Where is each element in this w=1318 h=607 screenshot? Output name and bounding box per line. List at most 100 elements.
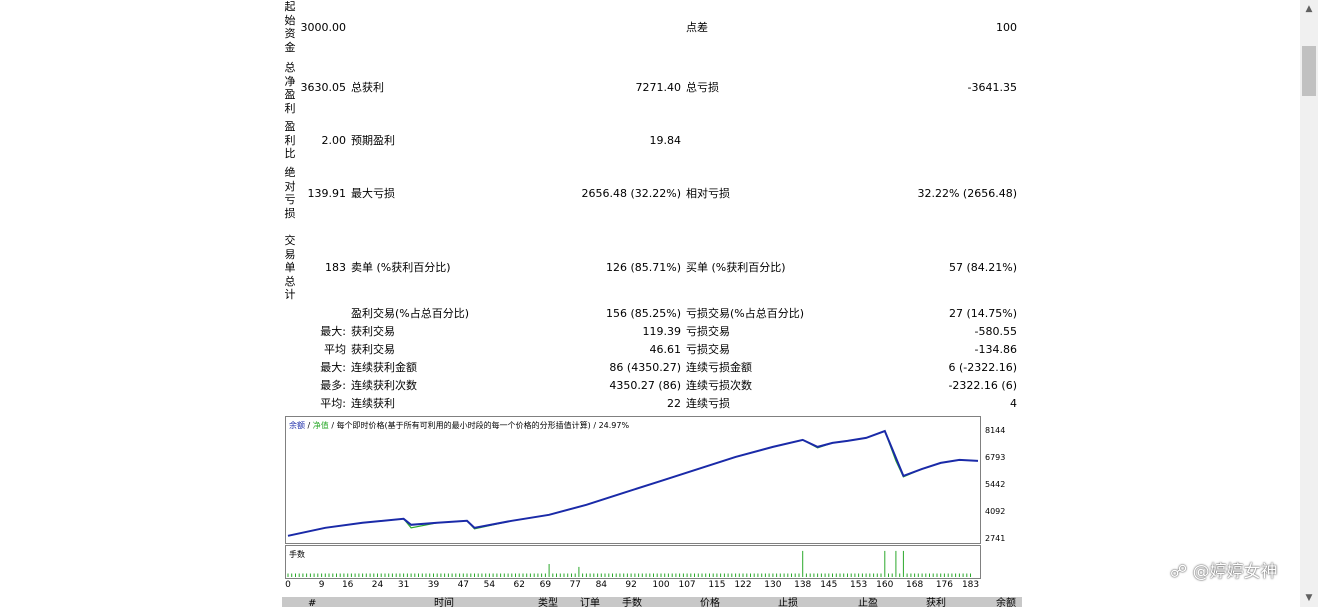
row-label-1: 连续获利金额 (351, 361, 417, 374)
max-drawdown-value: 2656.48 (32.22%) (581, 187, 681, 200)
net-profit-label: 总净盈利 (284, 61, 296, 115)
y-tick-label: 5442 (985, 480, 1006, 489)
abs-drawdown-value: 139.91 (307, 187, 347, 200)
expected-payoff-label: 预期盈利 (351, 134, 395, 147)
long-trades-value: 57 (84.21%) (948, 261, 1017, 274)
row-prefix: 最大: (320, 361, 346, 374)
row-label-2: 亏损交易 (686, 343, 730, 356)
y-tick-label: 2741 (985, 534, 1006, 543)
x-tick-label: 130 (764, 580, 782, 590)
profit-factor-label: 盈利比 (284, 120, 296, 160)
rel-drawdown-label: 相对亏损 (686, 187, 730, 200)
rel-drawdown-value: 32.22% (2656.48) (917, 187, 1017, 200)
row-prefix: 平均 (324, 343, 346, 356)
gross-profit-label: 总获利 (351, 81, 384, 94)
col-header-profit: 获利 (926, 598, 946, 607)
max-drawdown-label: 最大亏损 (351, 187, 395, 200)
x-tick-label: 160 (876, 580, 894, 590)
col-header-price: 价格 (700, 598, 720, 607)
watermark-text: @婷婷女神 (1192, 562, 1278, 582)
x-tick-label: 153 (850, 580, 868, 590)
gross-loss-value: -3641.35 (967, 81, 1017, 94)
col-header-index: # (308, 598, 317, 607)
y-tick-label: 6793 (985, 453, 1006, 462)
balance-chart-panel (285, 416, 981, 544)
chart-legend: 余额 / 净值 / 每个即时价格(基于所有可利用的最小时段的每一个价格的分形插值… (289, 420, 629, 431)
gross-profit-value: 7271.40 (635, 81, 682, 94)
scroll-down-arrow-icon[interactable]: ▼ (1300, 589, 1318, 607)
row-value-1: 156 (85.25%) (605, 307, 681, 320)
x-tick-label: 92 (625, 580, 637, 590)
x-tick-label: 54 (483, 580, 496, 590)
legend-description: / 每个即时价格(基于所有可利用的最小时段的每一个价格的分形插值计算) / 24… (328, 421, 630, 430)
x-tick-label: 16 (341, 580, 354, 590)
x-tick-label: 69 (539, 580, 552, 590)
row-value-1: 22 (667, 397, 681, 410)
legend-equity: 净值 (312, 421, 329, 430)
trade-table-header: # 时间 类型 订单 手数 价格 止损 止盈 获利 余额 (282, 597, 1022, 607)
x-tick-label: 31 (397, 580, 410, 590)
row-value-1: 46.61 (649, 343, 682, 356)
row-label-2: 亏损交易 (686, 325, 730, 338)
expected-payoff-value: 19.84 (649, 134, 682, 147)
row-label-1: 获利交易 (351, 325, 395, 338)
row-label-1: 获利交易 (351, 343, 395, 356)
col-header-stoploss: 止损 (778, 598, 798, 607)
row-value-1: 4350.27 (86) (609, 379, 681, 392)
legend-balance: 余额 (289, 421, 305, 430)
row-label-1: 连续获利次数 (351, 379, 417, 392)
row-value-1: 119.39 (642, 325, 682, 338)
total-trades-value: 183 (325, 261, 346, 274)
x-tick-label: 122 (734, 580, 752, 590)
row-prefix: 平均: (320, 397, 346, 410)
weibo-like-icon: ☍ (1170, 562, 1188, 582)
row-label-2: 亏损交易(%占总百分比) (686, 307, 805, 320)
short-trades-label: 卖单 (%获利百分比) (351, 261, 451, 274)
row-value-2: -134.86 (974, 343, 1017, 356)
spread-label: 点差 (686, 21, 708, 34)
col-header-takeprofit: 止盈 (858, 598, 878, 607)
x-tick-label: 39 (427, 580, 440, 590)
x-tick-label: 84 (595, 580, 608, 590)
scroll-up-arrow-icon[interactable]: ▲ (1300, 0, 1318, 18)
col-header-lots: 手数 (622, 598, 642, 607)
x-tick-label: 176 (935, 580, 954, 590)
net-profit-value: 3630.05 (300, 81, 347, 94)
row-label-1: 盈利交易(%占总百分比) (351, 307, 470, 320)
scrollbar-thumb[interactable] (1302, 46, 1316, 96)
x-tick-label: 183 (961, 580, 980, 590)
volume-label: 手数 (289, 550, 305, 559)
x-tick-label: 115 (708, 580, 726, 590)
x-tick-label: 138 (794, 580, 812, 590)
initial-deposit-value: 3000.00 (300, 21, 347, 34)
row-value-2: 27 (14.75%) (948, 307, 1017, 320)
x-tick-label: 9 (318, 580, 325, 590)
row-label-2: 连续亏损金额 (686, 361, 752, 374)
row-prefix: 最多: (320, 379, 346, 392)
profit-factor-value: 2.00 (321, 134, 347, 147)
col-header-time: 时间 (434, 598, 454, 607)
x-tick-label: 107 (678, 580, 696, 590)
short-trades-value: 126 (85.71%) (605, 261, 681, 274)
x-tick-label: 24 (371, 580, 384, 590)
y-tick-label: 4092 (985, 506, 1006, 516)
total-trades-label: 交易单总计 (284, 234, 296, 301)
row-label-2: 连续亏损 (686, 397, 730, 410)
row-value-2: 6 (-2322.16) (948, 361, 1017, 374)
row-prefix: 最大: (320, 325, 346, 338)
row-label-1: 连续获利 (351, 397, 395, 410)
abs-drawdown-label: 绝对亏损 (284, 166, 296, 220)
x-tick-label: 100 (652, 580, 670, 590)
long-trades-label: 买单 (%获利百分比) (686, 261, 786, 274)
row-value-2: -2322.16 (6) (948, 379, 1017, 392)
gross-loss-label: 总亏损 (686, 81, 719, 94)
col-header-balance: 余额 (996, 598, 1016, 607)
row-value-2: 4 (1010, 397, 1017, 410)
spread-value: 100 (996, 21, 1017, 34)
volume-chart-panel (285, 545, 981, 579)
legend-separator: / (305, 421, 313, 430)
col-header-order: 订单 (580, 598, 600, 607)
x-tick-label: 168 (906, 580, 924, 590)
x-tick-label: 47 (457, 580, 470, 590)
x-tick-label: 0 (285, 580, 291, 590)
